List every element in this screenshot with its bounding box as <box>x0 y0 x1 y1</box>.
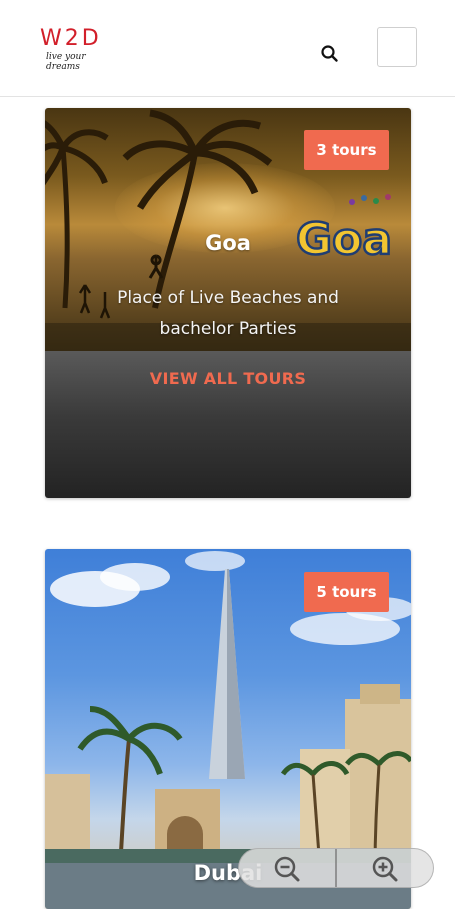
tour-count-badge: 3 tours <box>304 130 389 170</box>
search-button[interactable] <box>318 42 342 66</box>
logo-tagline: live your dreams <box>46 52 86 72</box>
tour-count-badge: 5 tours <box>304 572 389 612</box>
logo-wordmark: W2D <box>40 26 102 51</box>
destination-description: Place of Live Beaches and bachelor Parti… <box>117 288 339 339</box>
menu-button[interactable] <box>377 27 417 67</box>
destination-card-goa[interactable]: Goa 3 tours Goa Place of Live Beaches an… <box>45 108 411 498</box>
card-footer: VIEW ALL TOURS <box>45 351 411 498</box>
site-logo[interactable]: W2D live your dreams <box>40 26 120 73</box>
zoom-out-button[interactable] <box>239 849 335 887</box>
view-all-tours-link[interactable]: VIEW ALL TOURS <box>45 369 411 388</box>
goa-image: Goa 3 tours Goa Place of Live Beaches an… <box>45 108 411 351</box>
zoom-in-button[interactable] <box>337 849 433 887</box>
zoom-out-icon <box>274 856 300 882</box>
search-icon <box>321 45 338 62</box>
destination-title[interactable]: Goa <box>45 231 411 255</box>
zoom-controls <box>238 848 434 888</box>
zoom-in-icon <box>372 856 398 882</box>
goa-text-sticker: Goa <box>295 194 393 266</box>
site-header: W2D live your dreams <box>0 0 455 97</box>
